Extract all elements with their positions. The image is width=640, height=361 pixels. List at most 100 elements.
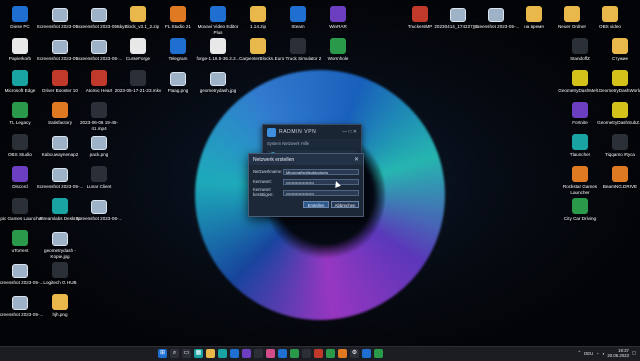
obs-icon[interactable] xyxy=(302,349,311,358)
system-tray[interactable]: ⌃ DEU ◔ ◖ 19:37 20.06.2023 ▢ xyxy=(578,348,636,358)
radmin-icon[interactable] xyxy=(362,349,371,358)
discord-icon[interactable] xyxy=(242,349,251,358)
desktop-shortcut[interactable]: Стужие xyxy=(596,38,640,62)
store-icon[interactable] xyxy=(230,349,239,358)
shortcut-label: 2023-06-06 19-45-41.mp4 xyxy=(79,120,119,131)
desktop-shortcut[interactable]: geometrydash - Kopie.jpg xyxy=(36,230,84,259)
desktop-shortcut[interactable]: geometrydash.jpg xyxy=(194,70,242,94)
network-name-input[interactable]: Minecraftsnitsubtockers xyxy=(283,169,359,175)
instagram-icon[interactable] xyxy=(266,349,275,358)
ets2-icon xyxy=(290,38,306,54)
shortcut-label: Wormhole xyxy=(327,56,349,61)
winrar-icon xyxy=(330,6,346,22)
wifi-icon[interactable]: ◔ xyxy=(596,351,599,356)
chevron-up-icon[interactable]: ⌃ xyxy=(578,350,582,356)
password-label: Kennwort: xyxy=(253,178,272,184)
desktop-shortcut[interactable]: OBS video xyxy=(586,6,634,30)
curseforge-icon xyxy=(130,38,146,54)
screenshot-icon xyxy=(52,8,68,22)
desktop-shortcut[interactable]: hjh.png xyxy=(36,294,84,318)
utorrent-icon xyxy=(12,230,28,246)
language-indicator[interactable]: DEU xyxy=(584,351,593,356)
desktop-shortcut[interactable]: Lunar Client xyxy=(75,166,123,190)
desktop-shortcut[interactable]: GeometryDashWorld xyxy=(596,70,640,94)
screenshot-icon xyxy=(91,8,107,22)
telegram-icon xyxy=(170,38,186,54)
shortcut-label: OBS video xyxy=(599,24,621,29)
taskbar-apps: ⊞ ⌕ ▭ ▦ ⚙ xyxy=(158,349,383,358)
image-file-icon xyxy=(210,72,226,86)
app-icon xyxy=(612,134,628,150)
desktop-shortcut[interactable]: WinRAR xyxy=(314,6,362,30)
standoff-icon xyxy=(572,38,588,54)
shortcut-label: City Car Driving xyxy=(563,216,597,221)
discord-icon xyxy=(12,166,28,182)
confirm-password-label: Kennwort bestätigen: xyxy=(253,187,274,197)
tlauncher-icon xyxy=(572,134,588,150)
screenshot-icon xyxy=(12,264,28,278)
desktop-shortcut[interactable]: pack.png xyxy=(75,134,123,158)
shortcut-label: Lunar Client xyxy=(86,184,112,189)
cancel-button[interactable]: Abbrechen xyxy=(331,201,359,208)
clock[interactable]: 19:37 20.06.2023 xyxy=(607,348,629,358)
close-icon[interactable]: ✕ xyxy=(354,156,359,163)
shortcut-label: Tiqqamo #tyca xyxy=(605,152,635,157)
window-controls[interactable]: — □ ✕ xyxy=(342,129,357,135)
chrome-icon[interactable] xyxy=(290,349,299,358)
widgets-icon[interactable]: ▦ xyxy=(194,349,203,358)
volume-icon[interactable]: ◖ xyxy=(602,351,605,356)
dialog-title: Netzwerk erstellen xyxy=(253,156,295,163)
password-input[interactable]: •••••••••••••••••••• xyxy=(283,179,359,185)
lunar-client-icon xyxy=(91,166,107,182)
nvidia-icon[interactable] xyxy=(374,349,383,358)
desktop-shortcut[interactable]: 2023-06-06 19-45-41.mp4 xyxy=(75,102,123,131)
streamlabs-icon xyxy=(52,198,68,214)
geometry-dash-icon xyxy=(612,70,628,86)
shortcut-label: Стужие xyxy=(611,56,628,61)
obs-icon xyxy=(12,134,28,150)
edge-icon[interactable] xyxy=(218,349,227,358)
confirm-password-input[interactable]: •••••••••••••••••••• xyxy=(283,189,359,196)
password-row: Kennwort: •••••••••••••••••••• xyxy=(253,179,359,185)
driver-booster-icon xyxy=(52,70,68,86)
radmin-title: RADMIN VPN xyxy=(279,129,317,135)
create-button[interactable]: Erstellen xyxy=(303,201,329,208)
dialog-title-bar: Netzwerk erstellen ✕ xyxy=(249,154,363,165)
settings-icon[interactable]: ⚙ xyxy=(350,349,359,358)
folder-icon xyxy=(526,6,542,22)
city-car-icon xyxy=(572,198,588,214)
desktop-shortcut[interactable]: GeometryDashSubZ... xyxy=(596,102,640,126)
notification-icon[interactable]: ▢ xyxy=(632,350,636,356)
shortcut-label: pack.png xyxy=(89,152,109,157)
start-icon[interactable]: ⊞ xyxy=(158,349,167,358)
shortcut-label: Screenshot 2023-06-... xyxy=(75,216,123,221)
telegram-icon[interactable] xyxy=(278,349,287,358)
desktop-shortcut[interactable]: Logitech G HUB xyxy=(36,262,84,286)
shortcut-label: BeamNG.DRIVE xyxy=(602,184,638,189)
shortcut-label: GeometryDashSubZ... xyxy=(597,120,640,125)
desktop-shortcut[interactable]: Wormhole xyxy=(314,38,362,62)
desktop-shortcut[interactable]: Tiqqamo #tyca xyxy=(596,134,640,158)
task-view-icon[interactable]: ▭ xyxy=(182,349,191,358)
radmin-title-bar[interactable]: RADMIN VPN — □ ✕ xyxy=(263,125,361,139)
desktop-shortcut[interactable]: Screenshot 2023-06-... xyxy=(75,198,123,222)
vlc-icon[interactable] xyxy=(338,349,347,358)
desktop-shortcut[interactable]: BeamNG.DRIVE xyxy=(596,166,640,190)
wormhole-icon xyxy=(330,38,346,54)
search-icon[interactable]: ⌕ xyxy=(170,349,179,358)
minecraft-icon[interactable] xyxy=(326,349,335,358)
opera-icon[interactable] xyxy=(314,349,323,358)
zip-icon xyxy=(250,6,266,22)
image-file-icon xyxy=(91,136,107,150)
desktop-shortcut[interactable]: City Car Driving xyxy=(556,198,604,222)
file-explorer-icon[interactable] xyxy=(206,349,215,358)
folder-icon xyxy=(564,6,580,22)
video-file-icon xyxy=(130,70,146,86)
confirm-password-row: Kennwort bestätigen: •••••••••••••••••••… xyxy=(253,187,359,197)
logitech-icon xyxy=(52,262,68,278)
image-file-icon xyxy=(170,72,186,86)
image-file-icon xyxy=(52,294,68,310)
steam-icon[interactable] xyxy=(254,349,263,358)
radmin-menu-bar[interactable]: System Netzwerk Hilfe xyxy=(263,139,361,148)
screenshot-icon xyxy=(91,40,107,54)
